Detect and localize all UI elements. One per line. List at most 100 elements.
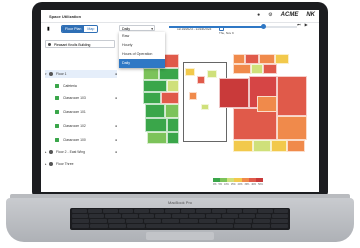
building-icon: ▮ — [47, 26, 50, 32]
room-cell[interactable] — [253, 140, 271, 152]
building-name: Pleasant Knolls Building — [54, 43, 91, 47]
room-cell-large[interactable] — [277, 76, 307, 116]
room-cell-large[interactable] — [233, 108, 277, 140]
room-cell[interactable] — [143, 80, 167, 92]
legend-tick-label: 30% — [244, 183, 250, 186]
legend-tick-label: 50% — [258, 183, 263, 186]
legend-tick-label: 10% — [224, 183, 229, 186]
room-cell[interactable] — [165, 104, 179, 118]
room-cell[interactable] — [145, 118, 167, 132]
legend-tick-label: 5% — [218, 183, 222, 186]
room-cell[interactable] — [275, 54, 289, 64]
tree-item-cafeteria[interactable]: Cafeteria — [55, 82, 117, 90]
room-cell[interactable] — [271, 140, 287, 152]
legend-swatch — [241, 178, 249, 182]
tree-item-classroom-100[interactable]: Classroom 100 ● — [55, 136, 117, 144]
room-cell[interactable] — [263, 64, 277, 74]
room-icon — [55, 84, 59, 88]
building-selector[interactable]: Pleasant Knolls Building — [45, 40, 115, 48]
room-cell[interactable] — [233, 54, 245, 64]
legend-swatch — [234, 178, 242, 182]
view-tabs: Floor Plan Map — [61, 25, 99, 33]
trackpad — [146, 232, 214, 240]
app-screen: Space Utilization ● ⚙ ACME NK ▮ Floor Pl… — [41, 10, 319, 192]
room-cell[interactable] — [167, 132, 179, 144]
user-icon: ● — [114, 138, 117, 142]
laptop-base: MacBook Pro — [6, 198, 354, 242]
room-cell-large[interactable] — [219, 78, 249, 108]
room-icon — [55, 96, 59, 100]
room-cell[interactable] — [159, 68, 179, 80]
heatmap-legend — [213, 178, 263, 182]
toolbar: ▮ Floor Plan Map Daily ▾ 11/14/2023 - 11… — [41, 22, 319, 36]
room-cell[interactable] — [245, 54, 259, 64]
period-select-value: Daily — [122, 27, 130, 31]
keyboard — [70, 208, 290, 230]
legend-tick-label: 0% — [213, 183, 217, 186]
brand-logo-secondary: NK — [306, 12, 315, 18]
room-cell[interactable] — [257, 96, 277, 112]
floor-icon — [49, 150, 53, 154]
period-dropdown-menu: Raw Hourly Hours of Operation Daily — [119, 32, 165, 68]
room-cell[interactable] — [143, 68, 159, 80]
dropdown-option-hourly[interactable]: Hourly — [119, 41, 165, 50]
tree-item-label: Floor Three — [56, 162, 74, 166]
tab-floor-plan[interactable]: Floor Plan — [62, 26, 85, 32]
room-cell[interactable] — [259, 54, 275, 64]
room-cell[interactable] — [147, 132, 167, 144]
room-cell[interactable] — [251, 64, 263, 74]
room-cell[interactable] — [197, 76, 205, 84]
tree-item-floor-1[interactable]: ▾ Floor 1 ● — [45, 70, 117, 78]
tree-item-label: Cafeteria — [63, 84, 77, 88]
tree-item-label: Floor 1 — [56, 72, 67, 76]
top-bar-actions: ● ⚙ ACME NK — [257, 12, 315, 18]
timeline-slider[interactable] — [169, 24, 297, 29]
legend-swatch — [220, 178, 228, 182]
room-cell[interactable] — [145, 104, 165, 118]
room-cell[interactable] — [201, 104, 209, 110]
sidebar: Pleasant Knolls Building ▾ Floor 1 ● Caf… — [41, 36, 125, 192]
room-cell[interactable] — [207, 70, 217, 78]
dropdown-option-daily[interactable]: Daily — [119, 59, 165, 68]
user-icon: ● — [114, 150, 117, 154]
tree-item-label: Classroom 101 — [63, 110, 86, 114]
settings-icon[interactable]: ⚙ — [268, 12, 272, 18]
playback-controls: ⏮ ▶ — [297, 22, 308, 27]
floor-icon — [49, 72, 53, 76]
play-icon[interactable]: ▶ — [305, 22, 308, 27]
tree-item-floor-2[interactable]: ▸ Floor 2 - East Wing ● — [45, 148, 117, 156]
timeline-fill — [169, 26, 264, 28]
room-cell[interactable] — [233, 140, 253, 152]
skip-start-icon[interactable]: ⏮ — [297, 22, 301, 27]
dropdown-option-hours-of-operation[interactable]: Hours of Operation — [119, 50, 165, 59]
legend-ticks: 0% 5% 10% 15% 20% 30% 40% 50% — [213, 183, 263, 186]
tree-item-classroom-102[interactable]: Classroom 102 ● — [55, 122, 117, 130]
room-cell[interactable] — [233, 64, 251, 74]
room-cell[interactable] — [189, 92, 197, 100]
dropdown-option-raw[interactable]: Raw — [119, 32, 165, 41]
legend-swatch — [213, 178, 221, 182]
tree-item-label: Classroom 100 — [63, 138, 86, 142]
help-icon[interactable]: ● — [257, 12, 260, 18]
room-cell[interactable] — [277, 116, 307, 140]
room-cell[interactable] — [163, 54, 179, 68]
room-cell[interactable] — [167, 80, 179, 92]
room-cell[interactable] — [185, 68, 195, 76]
room-cell[interactable] — [287, 140, 305, 152]
legend-swatch — [248, 178, 256, 182]
room-icon — [55, 138, 59, 142]
tab-map[interactable]: Map — [84, 26, 98, 32]
room-cell[interactable] — [167, 118, 179, 132]
legend-tick-label: 15% — [230, 183, 236, 186]
room-cell[interactable] — [161, 92, 179, 104]
tree-item-classroom-103[interactable]: Classroom 103 ● — [55, 94, 117, 102]
tree-item-classroom-101[interactable]: Classroom 101 — [55, 108, 117, 116]
legend-tick-label: 20% — [237, 183, 243, 186]
period-select[interactable]: Daily ▾ — [119, 25, 155, 31]
tree-item-label: Classroom 103 — [63, 96, 86, 100]
room-cell[interactable] — [143, 92, 161, 104]
building-avatar-icon — [48, 43, 51, 46]
tree-item-floor-3[interactable]: ▸ Floor Three — [45, 160, 117, 168]
room-icon — [55, 110, 59, 114]
legend-tick-label: 40% — [251, 183, 257, 186]
